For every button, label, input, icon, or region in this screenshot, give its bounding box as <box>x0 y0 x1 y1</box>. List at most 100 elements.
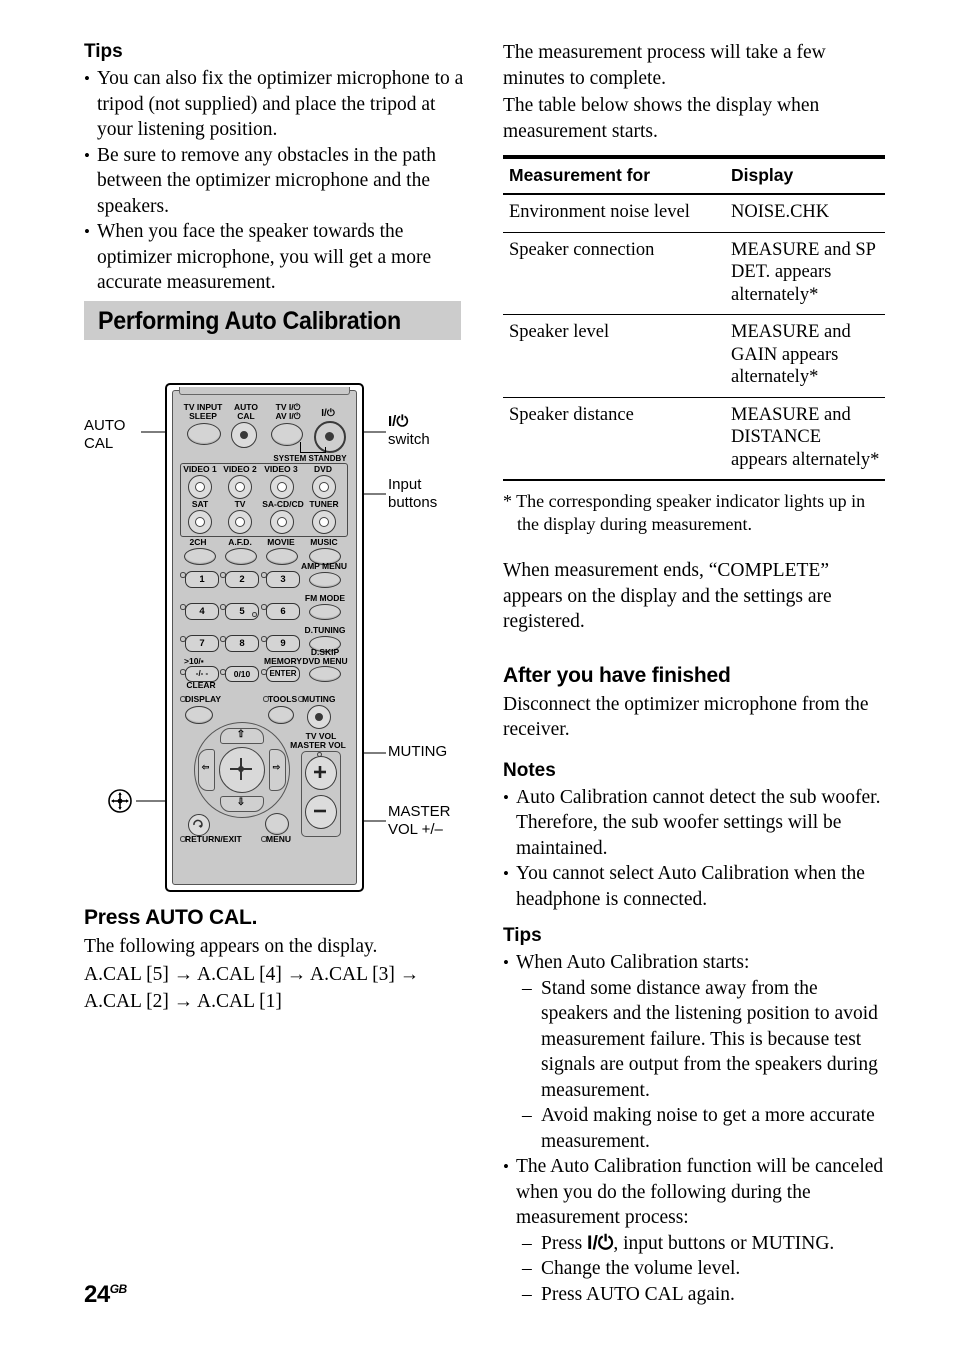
table-footnote: * The corresponding speaker indicator li… <box>503 491 866 534</box>
after-measurement-paragraph: When measurement ends, “COMPLETE” appear… <box>503 560 832 632</box>
tips-heading: Tips <box>84 41 123 62</box>
list-item: Press AUTO CAL again. <box>522 1282 885 1308</box>
btn-label-music: MUSIC <box>310 537 338 547</box>
fm-mode-button[interactable] <box>309 604 341 620</box>
sat-button[interactable] <box>188 510 212 534</box>
video2-button[interactable] <box>228 475 252 499</box>
btn-label-tools: TOOLS <box>268 694 298 704</box>
list-item: You can also fix the optimizer microphon… <box>84 66 464 143</box>
btn-label-amp-menu: AMP MENU <box>300 561 348 571</box>
right-column: The measurement process will take a few … <box>503 40 885 1307</box>
section-heading: Performing Auto Calibration <box>98 307 401 335</box>
tv-led <box>235 517 245 527</box>
plus-icon <box>314 766 326 778</box>
power-button[interactable] <box>314 421 346 453</box>
num-0-10-button[interactable]: 0/10 <box>225 666 259 682</box>
tv-input-sleep-button[interactable] <box>187 423 221 445</box>
dvd-menu-button[interactable] <box>309 666 341 682</box>
tip-2-list: The Auto Calibration function will be ca… <box>503 1154 885 1231</box>
callout-power-switch: I/⏻ switch <box>388 413 430 448</box>
btn-label-muting: MUTING <box>302 694 336 704</box>
after-finished-heading: After you have finished <box>503 663 731 687</box>
nav-left-icon: ⇦ <box>201 762 210 772</box>
left-column: Tips You can also fix the optimizer micr… <box>84 40 464 296</box>
tv-button[interactable] <box>228 510 252 534</box>
step-body-1: The following appears on the display. <box>84 936 378 957</box>
display-button[interactable] <box>185 706 213 724</box>
step-body-3: A.CAL [2] → A.CAL [1] <box>84 991 282 1012</box>
tools-button[interactable] <box>268 706 294 724</box>
table-row: Environment noise level NOISE.CHK <box>503 194 885 232</box>
num-9-button[interactable]: 9 <box>266 635 300 652</box>
btn-label-fm-mode: FM MODE <box>304 593 346 603</box>
btn-label-dvd: DVD <box>314 464 332 474</box>
press-auto-cal-section: Press AUTO CAL. The following appears on… <box>84 905 474 1017</box>
num-1-button[interactable]: 1 <box>185 571 219 588</box>
table-row: Speaker level MEASURE and GAIN appears a… <box>503 315 885 397</box>
remote-control-figure: AUTO CAL I/⏻ switch Input buttons MUTING … <box>84 380 464 895</box>
num-8-button[interactable]: 8 <box>225 635 259 652</box>
btn-label-tuner: TUNER <box>309 499 339 509</box>
cell-display: NOISE.CHK <box>731 202 830 222</box>
cell-display: MEASURE and GAIN appears alternately* <box>731 322 851 387</box>
movie-button[interactable] <box>266 548 298 565</box>
list-item: When you face the speaker towards the op… <box>84 219 464 296</box>
menu-button[interactable] <box>265 813 289 835</box>
auto-cal-led <box>240 431 248 439</box>
press-prefix: Press <box>541 1232 588 1254</box>
btn-label-tv-input-sleep: TV INPUT SLEEP <box>183 402 223 421</box>
video1-led <box>195 482 205 492</box>
joystick-icon <box>108 789 132 813</box>
2ch-button[interactable] <box>184 548 216 565</box>
page-number: 24GB <box>84 1281 127 1309</box>
list-item: Press I/⏻, input buttons or MUTING. <box>522 1231 885 1257</box>
callout-auto-cal: AUTO CAL <box>84 417 126 452</box>
dvd-button[interactable] <box>312 475 336 499</box>
callout-muting: MUTING <box>388 743 448 760</box>
tips-list-right: When Auto Calibration starts: <box>503 950 885 976</box>
num-2-button[interactable]: 2 <box>225 571 259 588</box>
tuner-button[interactable] <box>312 510 336 534</box>
return-arrow-icon <box>193 819 203 828</box>
tips-heading-right: Tips <box>503 925 542 946</box>
list-item: You cannot select Auto Calibration when … <box>503 861 885 912</box>
video1-button[interactable] <box>188 475 212 499</box>
sacd-cd-button[interactable] <box>270 510 294 534</box>
afd-button[interactable] <box>225 548 257 565</box>
cell-display: MEASURE and DISTANCE appears alternately… <box>731 404 880 470</box>
num-4-button[interactable]: 4 <box>185 603 219 620</box>
btn-label-sat: SAT <box>191 499 209 509</box>
btn-label-menu: MENU <box>266 834 292 844</box>
tip-1-sublist: Stand some distance away from the speake… <box>503 976 885 1155</box>
btn-label-video2: VIDEO 2 <box>223 464 257 474</box>
muting-button[interactable] <box>307 705 331 729</box>
nav-right-icon: ⇨ <box>272 762 281 772</box>
cell-measurement: Speaker distance <box>509 404 634 425</box>
tv-av-power-button[interactable] <box>271 423 303 446</box>
table-header-row: Measurement for Display <box>503 157 885 194</box>
num-6-button[interactable]: 6 <box>266 603 300 620</box>
auto-cal-button[interactable] <box>231 422 257 448</box>
btn-label-dvd-menu: DVD MENU <box>302 656 348 666</box>
column-header-display: Display <box>731 165 794 185</box>
remote-top-bar <box>179 387 350 395</box>
page-number-suffix: GB <box>109 1282 128 1296</box>
btn-label-clear: CLEAR <box>186 680 216 690</box>
btn-label-return-exit: RETURN/EXIT <box>185 834 242 844</box>
sat-led <box>195 517 205 527</box>
btn-label-video3: VIDEO 3 <box>264 464 298 474</box>
list-item: Be sure to remove any obstacles in the p… <box>84 143 464 220</box>
enter-button[interactable]: ENTER <box>266 666 300 682</box>
amp-menu-button[interactable] <box>309 572 341 588</box>
video3-button[interactable] <box>270 475 294 499</box>
step-heading: Press AUTO CAL. <box>84 906 258 929</box>
manual-page: Tips You can also fix the optimizer micr… <box>0 0 954 1352</box>
minus-icon <box>314 809 326 813</box>
list-item: Auto Calibration cannot detect the sub w… <box>503 785 885 862</box>
dvd-led <box>319 482 329 492</box>
num-3-button[interactable]: 3 <box>266 571 300 588</box>
num-7-button[interactable]: 7 <box>185 635 219 652</box>
video3-led <box>277 482 287 492</box>
tips-list: You can also fix the optimizer microphon… <box>84 66 464 296</box>
btn-label-video1: VIDEO 1 <box>183 464 217 474</box>
